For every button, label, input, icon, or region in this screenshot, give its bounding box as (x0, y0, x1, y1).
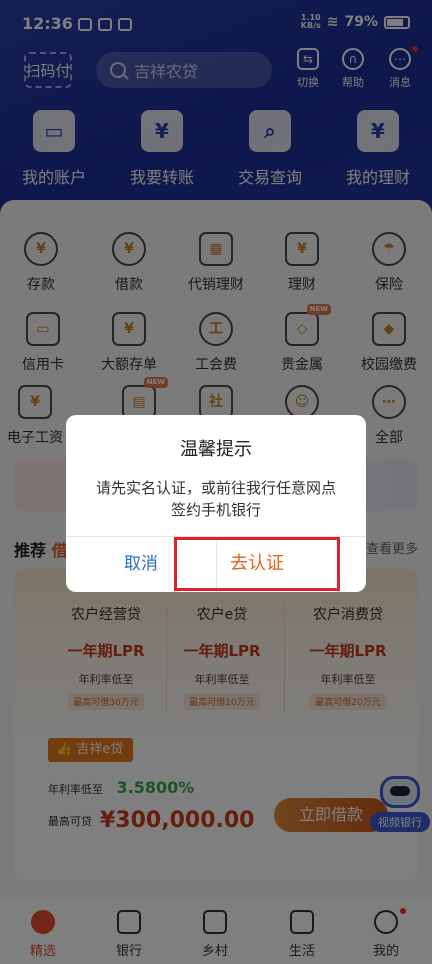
dialog-title: 温馨提示 (180, 439, 252, 460)
verify-button[interactable]: 去认证 (174, 537, 340, 591)
dialog-message: 请先实名认证，或前往我行任意网点签约手机银行 (95, 479, 336, 519)
